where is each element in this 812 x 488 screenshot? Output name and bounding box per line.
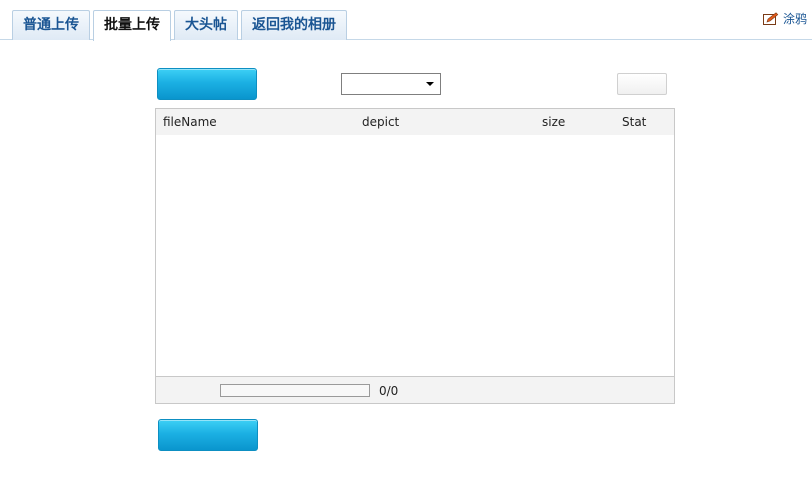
upload-progress-text: 0/0: [379, 384, 399, 398]
album-select[interactable]: [341, 73, 441, 95]
add-files-button[interactable]: [157, 68, 257, 100]
chevron-down-icon: [426, 82, 434, 86]
file-list-footer: 0/0: [156, 376, 674, 403]
tab-big-head[interactable]: 大头帖: [174, 10, 238, 40]
file-list-header: fileName depict size Stat: [156, 109, 674, 135]
batch-upload-page: 普通上传 批量上传 大头帖 返回我的相册 涂鸦 fileName depict …: [0, 0, 812, 488]
tab-back-to-album[interactable]: 返回我的相册: [241, 10, 347, 40]
edit-icon: [763, 11, 779, 26]
file-list-body[interactable]: [156, 135, 674, 377]
column-header-filename: fileName: [163, 115, 217, 129]
column-header-stat: Stat: [622, 115, 647, 129]
start-upload-button[interactable]: [158, 419, 258, 451]
tab-batch-upload[interactable]: 批量上传: [93, 10, 171, 41]
graffiti-label: 涂鸦: [783, 12, 808, 26]
upload-tabs: 普通上传 批量上传 大头帖 返回我的相册: [12, 10, 347, 41]
toolbar-gray-button[interactable]: [617, 73, 667, 95]
column-header-depict: depict: [362, 115, 400, 129]
tab-normal-upload[interactable]: 普通上传: [12, 10, 90, 40]
graffiti-link[interactable]: 涂鸦: [763, 10, 807, 27]
file-list-panel: fileName depict size Stat 0/0: [155, 108, 675, 404]
column-header-size: size: [542, 115, 566, 129]
upload-progress-bar: [220, 384, 370, 397]
